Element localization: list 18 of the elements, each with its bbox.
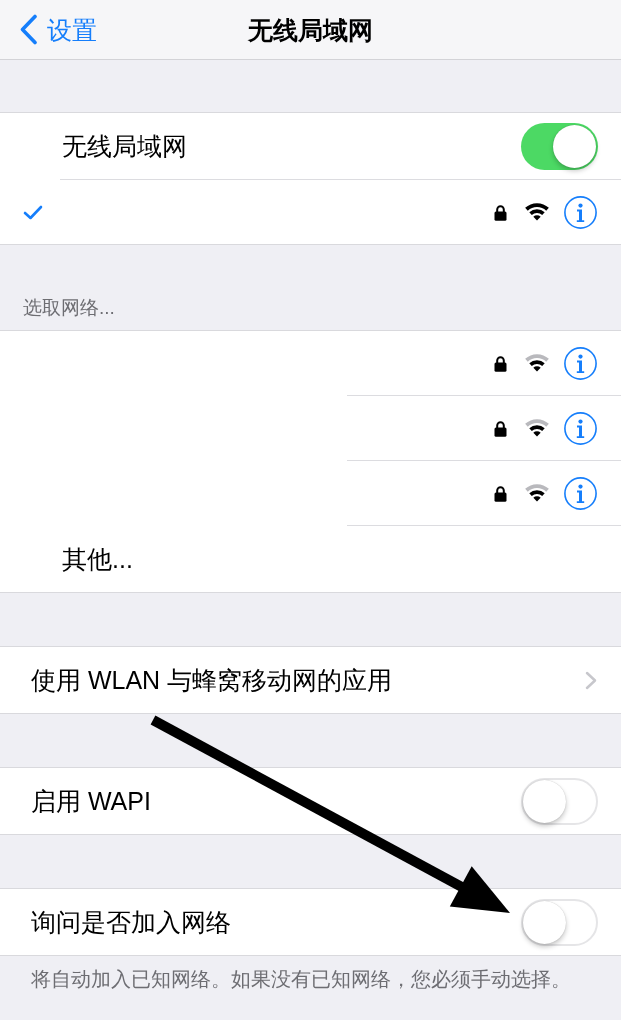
menu-item[interactable]: 其他... <box>62 544 133 574</box>
setting-label: 无线局域网 <box>62 131 187 161</box>
info-icon[interactable] <box>564 195 597 229</box>
menu-item[interactable]: 使用 WLAN 与蜂窝移动网的应用 <box>31 665 393 695</box>
back-button[interactable]: 设置 <box>19 13 97 46</box>
chevron-icon <box>19 14 38 45</box>
section-footer: 将自动加入已知网络。如果没有已知网络，您必须手动选择。 <box>31 967 571 991</box>
section-header: 选取网络... <box>23 296 115 320</box>
info-icon[interactable] <box>564 411 597 445</box>
screen-title: 无线局域网 <box>248 14 373 46</box>
toggle-switch[interactable] <box>521 777 598 825</box>
setting-label: 询问是否加入网络 <box>31 907 231 937</box>
toggle-switch[interactable] <box>521 898 598 946</box>
info-icon[interactable] <box>564 346 597 380</box>
chevron-icon <box>585 670 597 690</box>
toggle-switch[interactable] <box>521 122 598 170</box>
info-icon[interactable] <box>564 476 597 510</box>
setting-label: 启用 WAPI <box>31 786 151 816</box>
